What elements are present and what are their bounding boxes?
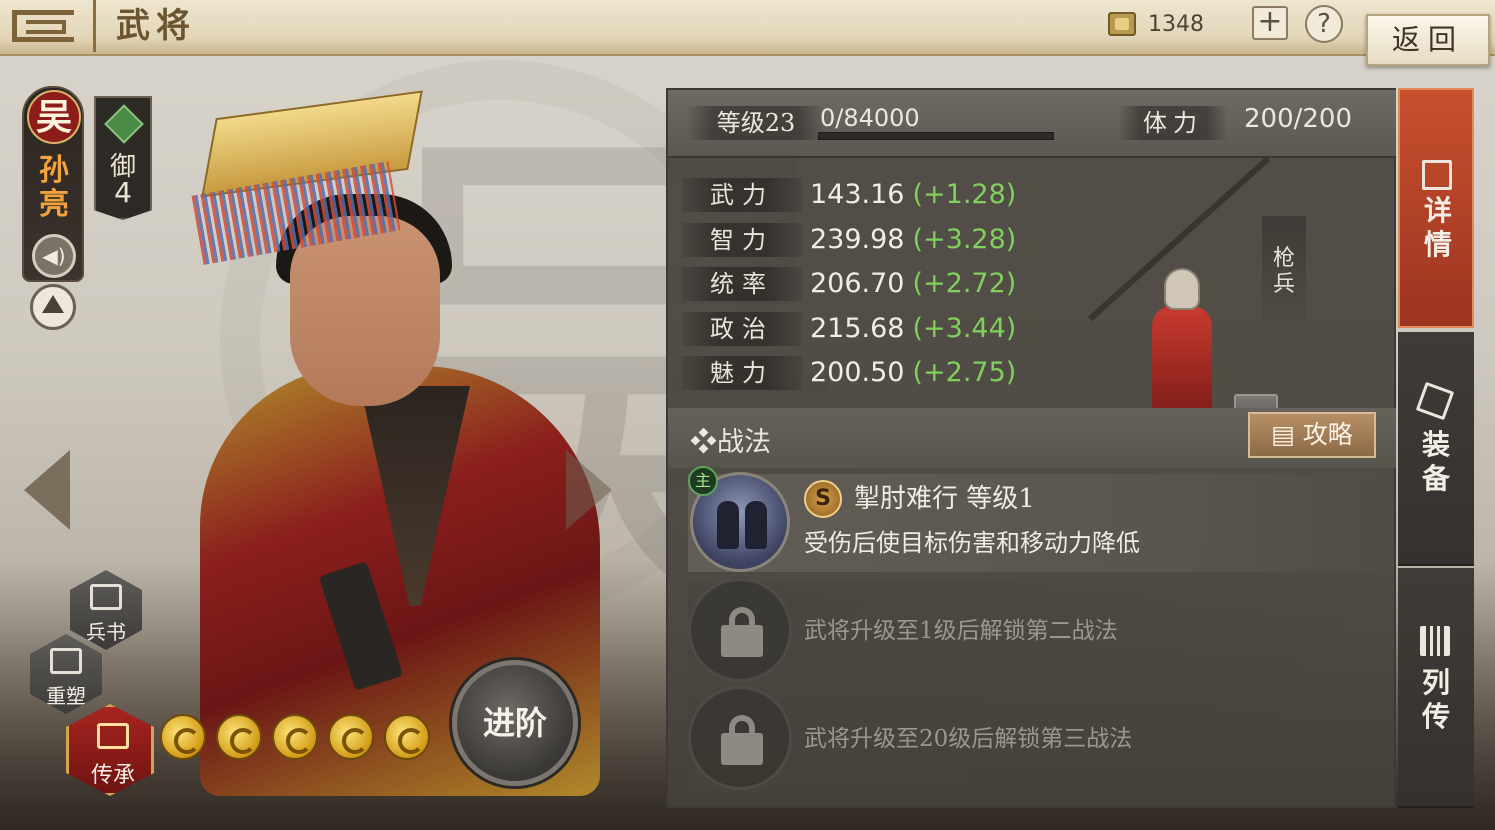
details-icon — [1422, 160, 1452, 190]
tactic-slot-3[interactable]: 武将升级至20级后解锁第三战法 — [688, 686, 1396, 790]
soldier-body — [1152, 306, 1212, 416]
unit-preview: 枪兵 查看 — [1066, 156, 1396, 437]
lock-icon — [688, 578, 792, 682]
tab-equipment[interactable]: 装备 — [1398, 332, 1474, 566]
exp-progress-bar — [818, 132, 1054, 140]
star-rating — [160, 714, 450, 762]
attribute-bonus: (+3.28) — [912, 223, 1017, 255]
attribute-bonus: (+3.44) — [912, 312, 1017, 344]
attribute-number: 239.98 — [810, 223, 905, 255]
page-title: 武将 — [116, 6, 196, 46]
attribute-bonus: (+2.75) — [912, 357, 1017, 389]
tactic-name: 掣肘难行 等级1 — [854, 484, 1035, 514]
tab-details[interactable]: 详情 — [1398, 88, 1474, 328]
book-icon — [90, 584, 122, 610]
attribute-name: 魅力 — [682, 356, 802, 391]
soldier-helmet — [1164, 268, 1200, 310]
faction-seal: 吴 — [27, 90, 81, 144]
tactic-description: 受伤后使目标伤害和移动力降低 — [804, 529, 1140, 557]
hero-name: 孙亮 — [39, 153, 69, 222]
attribute-name: 智力 — [682, 222, 802, 257]
attribute-row: 魅力 200.50 (+2.75) — [682, 352, 1062, 397]
unit-type-badge: 枪兵 — [1262, 216, 1306, 336]
star-coin-icon — [216, 714, 262, 760]
main-tactic-tag: 主 — [688, 466, 718, 496]
add-currency-button[interactable]: + — [1252, 6, 1288, 40]
attribute-number: 206.70 — [810, 268, 905, 300]
rank-mountain-icon[interactable] — [30, 284, 76, 330]
help-button[interactable]: ? — [1305, 5, 1343, 43]
tactics-title: ❖战法 — [690, 427, 771, 458]
tab-label: 列传 — [1421, 666, 1450, 733]
tactic-slot-1[interactable]: 主 S 掣肘难行 等级1 受伤后使目标伤害和移动力降低 — [688, 466, 1396, 572]
biography-icon — [1420, 626, 1450, 656]
reshape-icon — [50, 648, 82, 674]
exp-text: 0/84000 — [820, 104, 920, 132]
attribute-value: 200.50 (+2.75) — [810, 354, 1016, 392]
star-coin-icon — [384, 714, 430, 760]
attribute-bonus: (+2.72) — [912, 268, 1017, 300]
top-bar: 武将 1348 + ? — [0, 0, 1495, 56]
attribute-row: 武力 143.16 (+1.28) — [682, 174, 1062, 219]
tactic-slot-2[interactable]: 武将升级至1级后解锁第二战法 — [688, 578, 1396, 682]
side-tabs: 详情 装备 列传 — [1398, 88, 1474, 808]
star-coin-icon — [272, 714, 318, 760]
unit-type-label: 枪兵 — [1272, 246, 1295, 297]
locked-tactic-text: 武将升级至20级后解锁第三战法 — [804, 726, 1133, 752]
next-hero-arrow-icon[interactable] — [560, 440, 620, 540]
attribute-row: 政治 215.68 (+3.44) — [682, 308, 1062, 353]
tactic-grade-badge: S — [804, 480, 842, 518]
voice-speaker-icon[interactable]: ◀) — [32, 234, 76, 278]
attribute-name: 统率 — [682, 267, 802, 302]
inherit-icon — [97, 723, 129, 749]
tab-biography[interactable]: 列传 — [1398, 568, 1474, 808]
currency-amount: 1348 — [1148, 11, 1204, 37]
lock-icon — [688, 686, 792, 790]
equipment-icon — [1415, 381, 1455, 421]
tactics-header: ❖战法 ▤ 攻略 — [668, 408, 1396, 468]
attribute-row: 智力 239.98 (+3.28) — [682, 219, 1062, 264]
advance-button[interactable]: 进阶 — [452, 660, 578, 786]
attribute-list: 武力 143.16 (+1.28) 智力 239.98 (+3.28) 统率 206… — [682, 174, 1062, 397]
faction-banner: 吴 孙亮 ◀) — [22, 86, 84, 282]
attribute-row: 统率 206.70 (+2.72) — [682, 263, 1062, 308]
locked-tactic-text: 武将升级至1级后解锁第二战法 — [804, 618, 1118, 644]
attribute-name: 政治 — [682, 311, 802, 346]
attribute-name: 武力 — [682, 178, 802, 212]
stamina-label: 体力 — [1118, 106, 1228, 140]
tab-label: 装备 — [1421, 428, 1450, 495]
tab-label: 详情 — [1423, 194, 1452, 261]
attribute-number: 143.16 — [810, 179, 905, 210]
attribute-value: 215.68 (+3.44) — [810, 310, 1016, 348]
stamina-value: 200/200 — [1244, 104, 1353, 134]
guide-label: 攻略 — [1302, 420, 1353, 449]
level-row: 等级23 0/84000 体力 200/200 — [668, 90, 1396, 158]
attribute-bonus: (+1.28) — [912, 179, 1017, 210]
attribute-number: 200.50 — [810, 357, 905, 389]
guide-button[interactable]: ▤ 攻略 — [1248, 412, 1376, 458]
star-coin-icon — [328, 714, 374, 760]
back-button[interactable]: 返回 — [1366, 14, 1490, 66]
currency-display: 1348 — [1108, 6, 1238, 42]
title-ornament-icon — [0, 0, 96, 52]
hero-info-panel: 等级23 0/84000 体力 200/200 武力 143.16 (+1.28)… — [666, 88, 1396, 808]
attribute-value: 239.98 (+3.28) — [810, 221, 1016, 259]
level-label: 等级23 — [686, 106, 826, 140]
star-coin-icon — [160, 714, 206, 760]
attribute-value: 206.70 (+2.72) — [810, 265, 1016, 303]
attribute-value: 143.16 (+1.28) — [810, 176, 1016, 214]
gold-coin-icon — [1108, 12, 1136, 36]
attribute-number: 215.68 — [810, 312, 905, 344]
prev-hero-arrow-icon[interactable] — [16, 440, 76, 540]
